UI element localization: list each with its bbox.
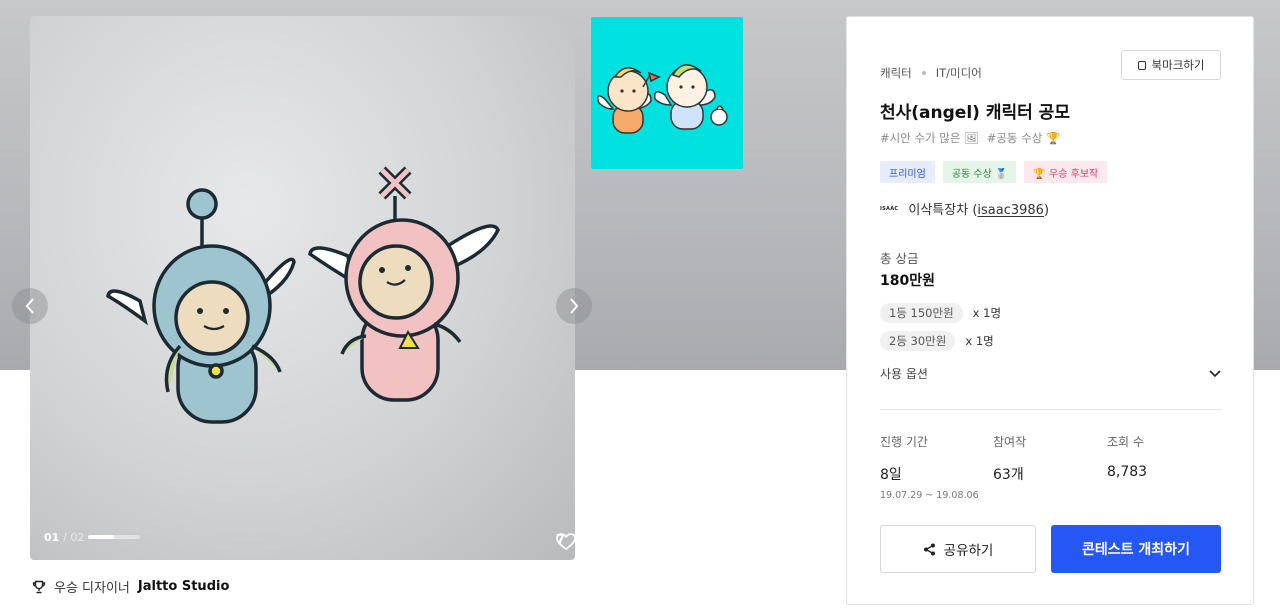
chevron-left-icon — [25, 298, 34, 314]
next-image-button[interactable] — [556, 288, 592, 324]
divider — [880, 409, 1221, 410]
stat-entries: 참여작 63개 — [993, 433, 1026, 484]
tag-many-drafts[interactable]: #시안 수가 많은 🖼 — [880, 130, 979, 146]
share-button[interactable]: 공유하기 — [880, 525, 1036, 573]
tag-joint-award[interactable]: #공동 수상 🏆 — [987, 130, 1061, 146]
prize-rank-1: 1등 150만원 — [880, 303, 963, 323]
stat-entries-label: 참여작 — [993, 435, 1027, 449]
share-icon — [923, 543, 935, 555]
bookmark-label: 북마크하기 — [1151, 58, 1205, 72]
artwork-thumbnail[interactable] — [591, 17, 743, 169]
winner-candidate-badge: 🏆 우승 후보작 — [1024, 161, 1108, 183]
gallery-progress-fill — [88, 535, 114, 539]
host-name: 이삭특장차 — [908, 203, 969, 218]
share-label: 공유하기 — [943, 543, 994, 559]
main-artwork[interactable]: 01 / 02 7 — [30, 16, 575, 560]
chevron-down-icon — [1209, 369, 1221, 377]
host-contest-button[interactable]: 콘테스트 개최하기 — [1051, 525, 1221, 573]
prize-row-1: 1등 150만원 x 1명 — [880, 303, 1001, 323]
premium-badge: 프리미엄 — [880, 161, 935, 183]
prize-label: 총 상금 — [880, 251, 919, 266]
host-id: isaac3986 — [977, 203, 1044, 218]
prize-count-2: x 1명 — [965, 334, 994, 348]
designer-prefix: 우승 디자이너 — [54, 581, 130, 596]
prev-image-button[interactable] — [12, 288, 48, 324]
stat-views-value: 8,783 — [1107, 464, 1148, 480]
stat-entries-value: 63개 — [993, 467, 1024, 483]
prize-total: 180만원 — [880, 273, 935, 289]
contest-tags: #시안 수가 많은 🖼 #공동 수상 🏆 — [880, 130, 1060, 146]
angel-characters-illustration — [106, 166, 500, 424]
heart-icon — [556, 533, 575, 551]
like-button[interactable]: 7 — [556, 533, 575, 551]
host-info: ISAAC 이삭특장차 (isaac3986) — [880, 199, 1049, 218]
current-page: 01 — [44, 531, 60, 544]
bookmark-icon — [1137, 60, 1146, 70]
breadcrumb: 캐릭터 IT/미디어 — [880, 65, 982, 81]
bookmark-button[interactable]: 북마크하기 — [1121, 50, 1221, 80]
contest-info-panel: 캐릭터 IT/미디어 북마크하기 천사(angel) 캐릭터 공모 #시안 수가… — [846, 16, 1254, 605]
gallery-progress — [88, 535, 140, 539]
prize-row-2: 2등 30만원 x 1명 — [880, 331, 994, 351]
stat-duration-value: 8일 — [880, 467, 902, 483]
prize-count-1: x 1명 — [972, 306, 1002, 320]
gallery-pager: 01 / 02 — [44, 531, 85, 544]
total-pages: 02 — [70, 531, 85, 544]
breadcrumb-separator — [921, 71, 926, 75]
winning-designer: 우승 디자이너 Jaltto Studio — [32, 577, 229, 596]
stat-duration: 진행 기간 8일 19.07.29 ~ 19.08.06 — [880, 433, 979, 501]
joint-award-badge: 공동 수상 🥈 — [942, 161, 1017, 183]
stat-views-label: 조회 수 — [1107, 435, 1144, 449]
usage-label: 사용 옵션 — [880, 367, 928, 381]
stat-views: 조회 수 8,783 — [1107, 433, 1147, 480]
breadcrumb-category[interactable]: 캐릭터 — [880, 65, 912, 81]
usage-options-toggle[interactable]: 사용 옵션 — [880, 365, 1221, 382]
host-logo: ISAAC — [880, 205, 899, 212]
breadcrumb-subcategory[interactable]: IT/미디어 — [936, 65, 982, 81]
contest-title: 천사(angel) 캐릭터 공모 — [880, 103, 1070, 123]
contest-badges: 프리미엄 공동 수상 🥈 🏆 우승 후보작 — [880, 161, 1108, 183]
stat-duration-label: 진행 기간 — [880, 435, 928, 449]
chevron-right-icon — [570, 298, 579, 314]
thumbnail-characters-illustration — [597, 64, 728, 134]
trophy-icon — [32, 580, 46, 593]
stat-duration-dates: 19.07.29 ~ 19.08.06 — [880, 490, 979, 501]
prize-rank-2: 2등 30만원 — [880, 331, 956, 351]
designer-name[interactable]: Jaltto Studio — [138, 579, 229, 594]
host-name-line[interactable]: 이삭특장차 (isaac3986) — [908, 199, 1049, 218]
